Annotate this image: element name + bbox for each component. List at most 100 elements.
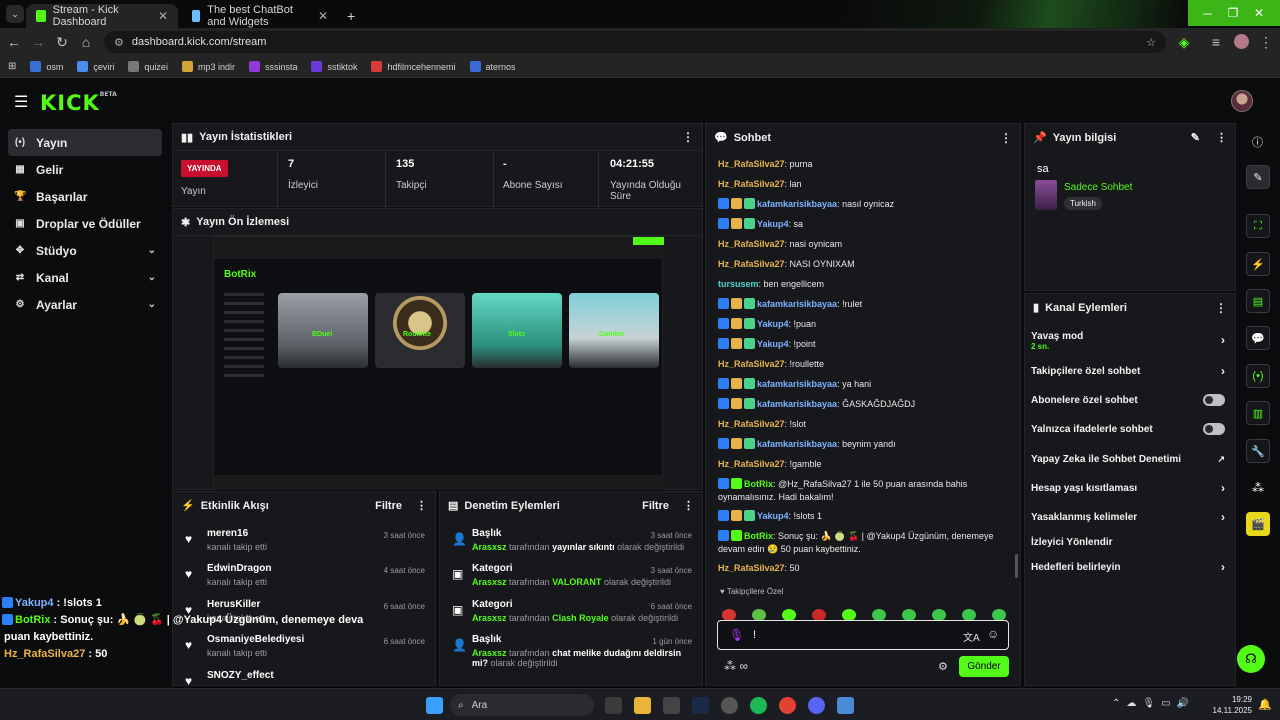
action-redirect-viewers[interactable]: İzleyici Yönlendir	[1031, 529, 1225, 555]
filter-button[interactable]: Filtre	[375, 500, 402, 512]
action-slow-mode[interactable]: Yavaş mod 2 sn. ›	[1031, 327, 1225, 355]
chat-username[interactable]: Hz_RafaSilva27	[718, 359, 785, 369]
user-avatar[interactable]	[1231, 90, 1253, 112]
site-info-icon[interactable]: ⚙	[114, 36, 124, 49]
more-options-icon[interactable]: ⋮	[682, 130, 694, 144]
chat-username[interactable]: Yakup4	[757, 319, 789, 329]
chat-username[interactable]: Yakup4	[757, 339, 789, 349]
url-field[interactable]: ⚙ dashboard.kick.com/stream ☆	[104, 31, 1166, 53]
category-link[interactable]: Sadece Sohbet	[1064, 182, 1132, 193]
clock[interactable]: 19:29 14.11.2025	[1212, 694, 1252, 716]
filter-button[interactable]: Filtre	[642, 500, 669, 512]
more-options-icon[interactable]: ⋮	[1215, 301, 1227, 315]
layout-icon[interactable]: ▥	[1246, 401, 1270, 425]
preview-video[interactable]: BotRix BDuel Roulette Slots Gamble	[213, 236, 664, 490]
edit-pencil-icon[interactable]: ✎	[1191, 131, 1200, 144]
sidebar-item-ayarlar[interactable]: ⚙ Ayarlar ⌄	[8, 291, 162, 318]
support-headset-icon[interactable]: ☊	[1237, 645, 1265, 673]
taskbar-search[interactable]: ⌕ Ara	[450, 694, 594, 716]
apps-grid-icon[interactable]: ⊞	[8, 61, 16, 72]
sidebar-item-yayin[interactable]: (•) Yayın	[8, 129, 162, 156]
reading-list-icon[interactable]: ≡	[1204, 34, 1228, 50]
chat-username[interactable]: BotRix	[744, 531, 773, 541]
emotes-only-toggle[interactable]	[1203, 423, 1225, 435]
chat-username[interactable]: kafamkarisikbayaa	[757, 399, 837, 409]
hamburger-menu-icon[interactable]: ☰	[14, 92, 28, 112]
browser-menu-icon[interactable]: ⋮	[1254, 34, 1278, 51]
bookmark-quizei[interactable]: quizei	[128, 61, 168, 72]
subscribers-only-toggle[interactable]	[1203, 394, 1225, 406]
category-thumbnail[interactable]	[1035, 180, 1057, 210]
send-button[interactable]: Gönder	[959, 656, 1009, 677]
task-view-icon[interactable]	[605, 697, 622, 714]
chat-username[interactable]: Hz_RafaSilva27	[718, 563, 785, 573]
edit-mode-button[interactable]: ✎	[1246, 165, 1270, 189]
chat-username[interactable]: Hz_RafaSilva27	[718, 419, 785, 429]
tab-kick-dashboard[interactable]: Stream - Kick Dashboard ✕	[26, 4, 178, 28]
bookmark-hdfilm[interactable]: hdfilmcehennemi	[371, 61, 456, 72]
chat-username[interactable]: kafamkarisikbayaa	[757, 379, 837, 389]
chat-username[interactable]: tursusem	[718, 279, 759, 289]
home-icon[interactable]: ⌂	[74, 34, 98, 50]
more-options-icon[interactable]: ⋮	[416, 499, 427, 512]
sidebar-item-droplar[interactable]: ▣ Droplar ve Ödüller	[8, 210, 162, 237]
reload-icon[interactable]: ↻	[50, 34, 74, 51]
windows-start-icon[interactable]	[426, 697, 443, 714]
new-tab-button[interactable]: +	[343, 4, 359, 28]
notification-bell-icon[interactable]: 🔔	[1258, 698, 1272, 711]
spotify-icon[interactable]	[750, 697, 767, 714]
discord-icon[interactable]	[808, 697, 825, 714]
tab-search-button[interactable]: ⌄	[6, 5, 24, 23]
broadcast-icon[interactable]: (•)	[1246, 364, 1270, 388]
action-ai-moderation[interactable]: Yapay Zeka ile Sohbet Denetimi ↗	[1031, 446, 1225, 472]
obs-icon[interactable]	[721, 697, 738, 714]
close-tab-icon[interactable]: ✕	[158, 9, 168, 23]
app-icon[interactable]	[837, 697, 854, 714]
more-options-icon[interactable]: ⋮	[1000, 131, 1012, 145]
info-icon[interactable]: ⓘ	[1252, 134, 1263, 150]
chat-username[interactable]: Yakup4	[757, 219, 789, 229]
sidebar-item-basarilar[interactable]: 🏆 Başarılar	[8, 183, 162, 210]
profile-avatar[interactable]	[1234, 34, 1249, 49]
close-window-button[interactable]: ✕	[1238, 0, 1280, 26]
chat-username[interactable]: Yakup4	[757, 511, 789, 521]
microphone-icon[interactable]: 🎙	[729, 628, 744, 642]
chat-scrollbar[interactable]	[1015, 554, 1018, 578]
emoji-icon[interactable]: ☺	[987, 627, 999, 641]
sidebar-item-studyo[interactable]: ✥ Stüdyo ⌄	[8, 237, 162, 264]
action-subscribers-only[interactable]: Abonelere özel sohbet	[1031, 387, 1225, 413]
forward-icon[interactable]: →	[26, 34, 50, 50]
chat-username[interactable]: Hz_RafaSilva27	[718, 179, 785, 189]
system-tray-icons[interactable]: ⌃☁🎙▭🔊	[1112, 698, 1195, 709]
extension-icon[interactable]: ◈	[1172, 34, 1196, 51]
action-banned-words[interactable]: Yasaklanmış kelimeler ›	[1031, 504, 1225, 530]
sidebar-item-kanal[interactable]: ⇄ Kanal ⌄	[8, 264, 162, 291]
bookmark-osm[interactable]: osm	[30, 61, 63, 72]
action-emotes-only[interactable]: Yalnızca ifadelerle sohbet	[1031, 416, 1225, 442]
chat-username[interactable]: Hz_RafaSilva27	[718, 159, 785, 169]
bookmark-mp3[interactable]: mp3 indir	[181, 61, 235, 72]
more-options-icon[interactable]: ⋮	[1216, 131, 1227, 144]
tab-botrix[interactable]: The best ChatBot and Widgets ✕	[182, 4, 338, 28]
bookmark-sssinsta[interactable]: sssinsta	[248, 61, 297, 72]
wrench-icon[interactable]: 🔧	[1246, 439, 1270, 463]
sidebar-item-gelir[interactable]: ▦ Gelir	[8, 156, 162, 183]
chat-username[interactable]: Hz_RafaSilva27	[718, 259, 785, 269]
more-options-icon[interactable]: ⋮	[683, 499, 694, 512]
action-set-goals[interactable]: Hedefleri belirleyin ›	[1031, 554, 1225, 580]
document-icon[interactable]: ▤	[1246, 289, 1270, 313]
points-icon[interactable]: ⁂ ∞	[724, 659, 748, 673]
bookmark-ceviri[interactable]: çeviri	[77, 61, 114, 72]
close-tab-icon[interactable]: ✕	[318, 9, 328, 23]
chat-username[interactable]: BotRix	[744, 479, 773, 489]
bookmark-star-icon[interactable]: ☆	[1146, 36, 1156, 49]
back-icon[interactable]: ←	[2, 34, 26, 50]
fullscreen-icon[interactable]: ⛶	[1246, 214, 1270, 238]
chat-input[interactable]: 🎙 ! 文A ☺	[717, 620, 1009, 650]
chat-username[interactable]: kafamkarisikbayaa	[757, 199, 837, 209]
translate-icon[interactable]: 文A	[963, 629, 980, 644]
chrome-icon[interactable]	[779, 697, 796, 714]
action-account-age[interactable]: Hesap yaşı kısıtlaması ›	[1031, 475, 1225, 501]
store-icon[interactable]	[663, 697, 680, 714]
file-explorer-icon[interactable]	[634, 697, 651, 714]
